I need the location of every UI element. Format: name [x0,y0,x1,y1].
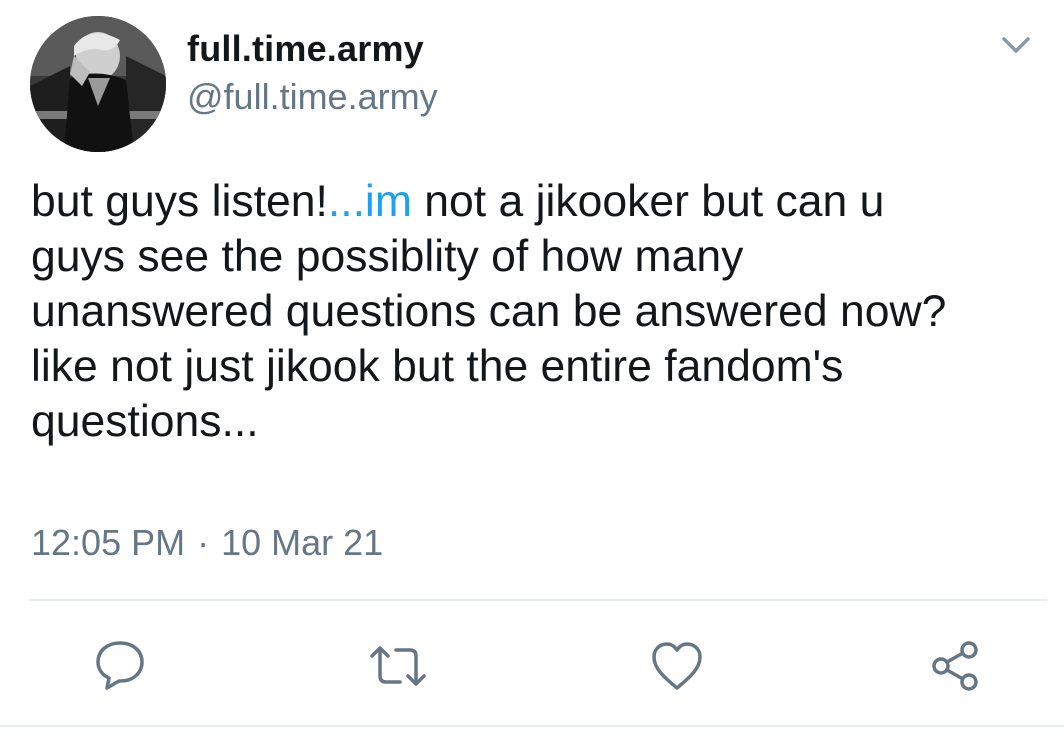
tweet-timestamp[interactable]: 12:05 PM · 10 Mar 21 [31,522,383,564]
tweet-text: but guys listen!...im not a jikooker but… [31,174,1031,449]
share-icon[interactable] [925,636,985,696]
tweet-text-line: unanswered questions can be answered now… [31,287,947,336]
chevron-down-icon[interactable] [996,30,1036,62]
retweet-icon[interactable] [368,636,428,696]
avatar[interactable] [30,16,166,152]
divider [30,599,1047,601]
tweet-text-line: guys see the possiblity of how many [31,232,744,281]
user-handle[interactable]: @full.time.army [187,76,438,118]
like-icon[interactable] [647,636,707,696]
tweet-time: 12:05 PM [31,522,186,563]
tweet-link[interactable]: ...im [328,177,412,226]
tweet-date: 10 Mar 21 [221,522,384,563]
text-segment: not a jikooker but can u [411,177,885,226]
text-segment: but guys listen! [31,177,328,226]
avatar-image [30,16,166,152]
bottom-divider [0,725,1064,727]
display-name[interactable]: full.time.army [187,28,424,70]
tweet-card: full.time.army @full.time.army but guys … [0,0,1064,733]
separator-dot: · [197,522,210,563]
tweet-text-line: questions... [31,397,259,446]
tweet-text-line: but guys listen!...im not a jikooker but… [31,174,1031,229]
reply-icon[interactable] [90,636,150,696]
tweet-text-line: like not just jikook but the entire fand… [31,342,844,391]
